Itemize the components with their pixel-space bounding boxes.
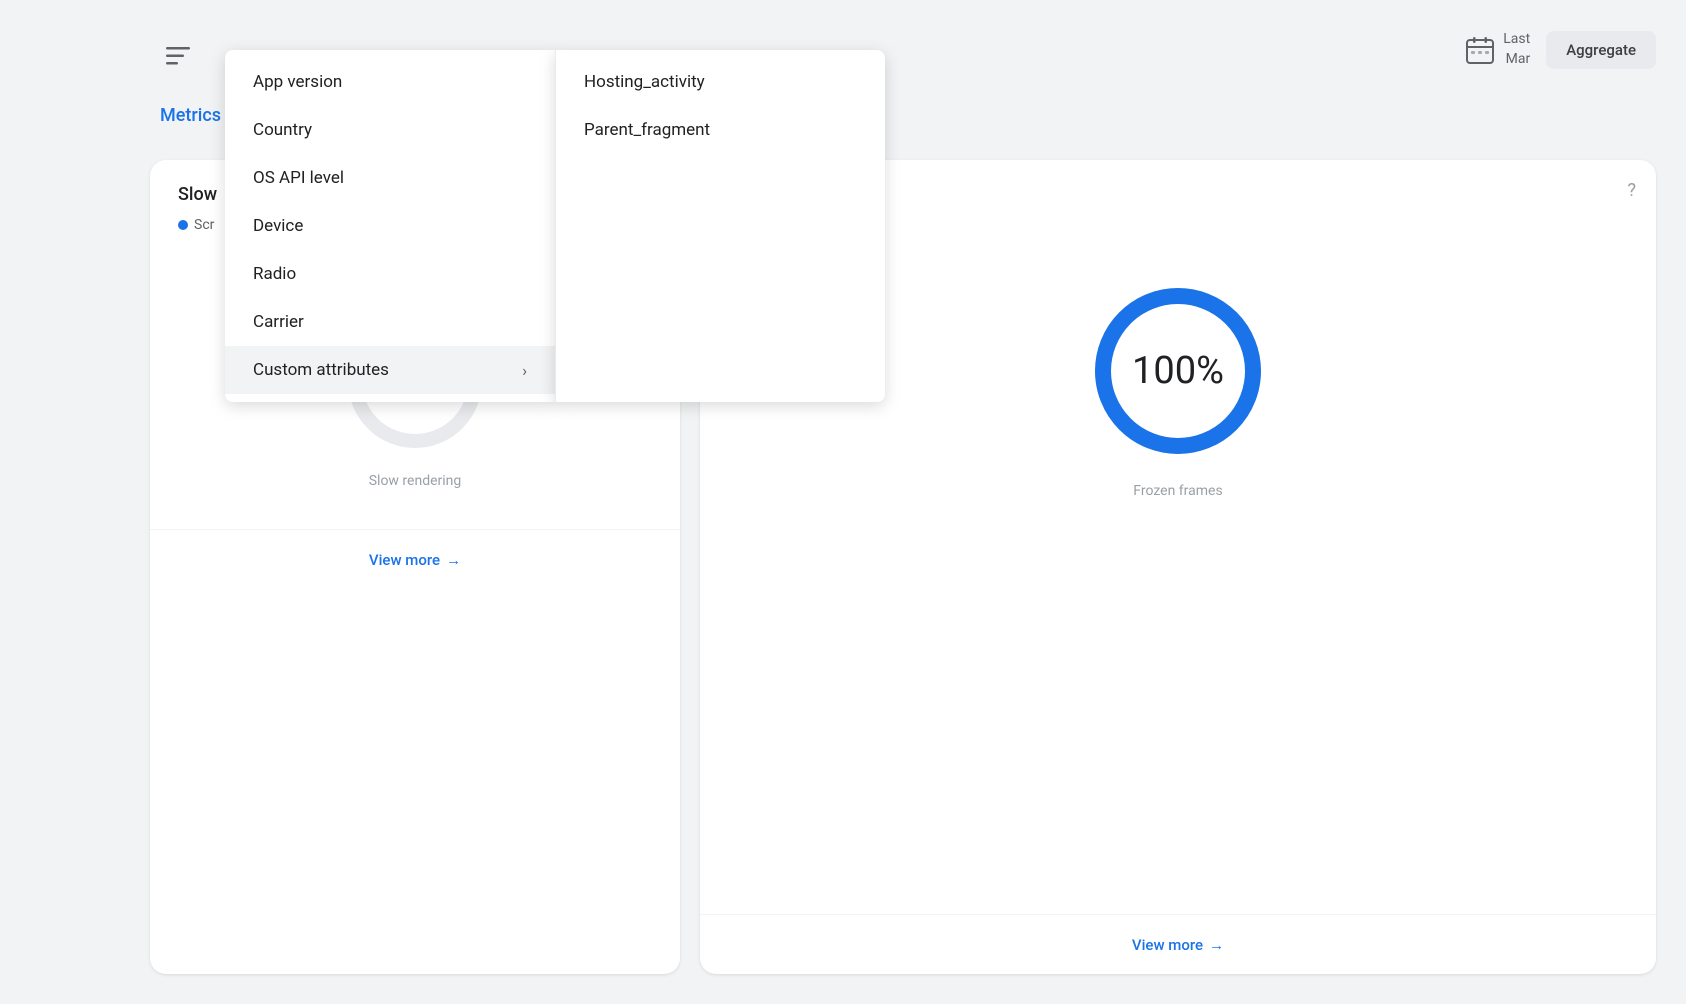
frozen-percentage: 100% xyxy=(1132,349,1224,393)
metrics-tab[interactable]: Metrics xyxy=(160,105,221,126)
filter-dropdown: App version Country OS API level Device … xyxy=(225,50,885,402)
blue-dot xyxy=(178,220,188,230)
menu-item-carrier[interactable]: Carrier xyxy=(225,298,555,346)
menu-item-parent-fragment[interactable]: Parent_fragment xyxy=(556,106,885,154)
top-right-controls: Last Mar Aggregate xyxy=(1465,30,1656,69)
dropdown-right-panel: Hosting_activity Parent_fragment xyxy=(555,50,885,402)
view-more-frozen[interactable]: View more → xyxy=(1132,936,1224,954)
filter-icon xyxy=(166,47,190,65)
info-icon[interactable]: ? xyxy=(1627,180,1636,201)
view-more-slow[interactable]: View more → xyxy=(369,551,461,569)
frozen-card-footer: View more → xyxy=(700,914,1656,974)
menu-item-device[interactable]: Device xyxy=(225,202,555,250)
menu-item-country[interactable]: Country xyxy=(225,106,555,154)
date-display: Last Mar xyxy=(1503,30,1530,69)
calendar-icon xyxy=(1465,35,1495,65)
slow-card-footer: View more → xyxy=(150,529,680,589)
menu-item-app-version[interactable]: App version xyxy=(225,58,555,106)
slow-label: Slow rendering xyxy=(369,473,462,489)
menu-item-os-api[interactable]: OS API level xyxy=(225,154,555,202)
frozen-label: Frozen frames xyxy=(1133,483,1222,499)
chevron-right-icon: › xyxy=(522,361,527,380)
dropdown-left-panel: App version Country OS API level Device … xyxy=(225,50,555,402)
donut-chart-frozen: 100% xyxy=(1078,271,1278,471)
menu-item-hosting-activity[interactable]: Hosting_activity xyxy=(556,58,885,106)
filter-button[interactable] xyxy=(160,38,196,74)
date-range-selector[interactable]: Last Mar xyxy=(1465,30,1530,69)
menu-item-custom-attributes[interactable]: Custom attributes › xyxy=(225,346,555,394)
menu-item-radio[interactable]: Radio xyxy=(225,250,555,298)
aggregate-button[interactable]: Aggregate xyxy=(1546,31,1656,69)
